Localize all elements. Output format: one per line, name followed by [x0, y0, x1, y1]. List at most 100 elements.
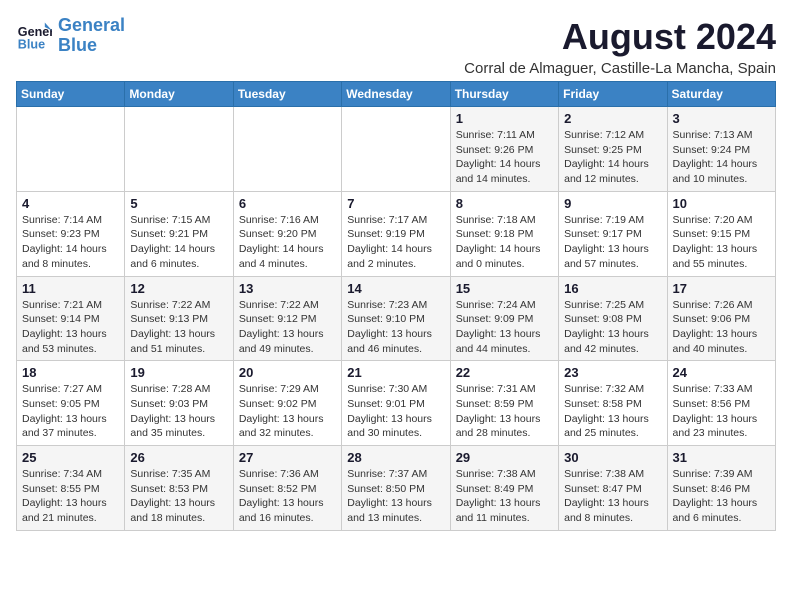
calendar-cell	[125, 107, 233, 192]
calendar-cell: 28Sunrise: 7:37 AMSunset: 8:50 PMDayligh…	[342, 446, 450, 531]
calendar-cell: 31 Sunrise: 7:39 AMSunset: 8:46 PMDayligh…	[667, 446, 775, 531]
column-header-thursday: Thursday	[450, 82, 558, 107]
calendar-cell: 18 Sunrise: 7:27 AMSunset: 9:05 PMDayligh…	[17, 361, 125, 446]
day-info: Sunrise: 7:37 AMSunset: 8:50 PMDaylight:…	[347, 467, 444, 526]
day-info: Sunrise: 7:19 AMSunset: 9:17 PMDaylight:…	[564, 213, 661, 272]
calendar-cell: 16 Sunrise: 7:25 AMSunset: 9:08 PMDayligh…	[559, 276, 667, 361]
calendar-cell	[233, 107, 341, 192]
day-info: Sunrise: 7:22 AMSunset: 9:13 PMDaylight:…	[130, 298, 227, 357]
day-number: 25	[22, 450, 119, 465]
day-info: Sunrise: 7:33 AMSunset: 8:56 PMDaylight:…	[673, 382, 770, 441]
day-info: Sunrise: 7:36 AMSunset: 8:52 PMDaylight:…	[239, 467, 336, 526]
calendar-cell: 17 Sunrise: 7:26 AMSunset: 9:06 PMDayligh…	[667, 276, 775, 361]
calendar-cell: 7Sunrise: 7:17 AMSunset: 9:19 PMDaylight…	[342, 191, 450, 276]
day-info: Sunrise: 7:17 AMSunset: 9:19 PMDaylight:…	[347, 213, 444, 272]
day-number: 10	[673, 196, 770, 211]
calendar-cell: 11 Sunrise: 7:21 AMSunset: 9:14 PMDayligh…	[17, 276, 125, 361]
column-header-tuesday: Tuesday	[233, 82, 341, 107]
day-number: 13	[239, 281, 336, 296]
day-number: 30	[564, 450, 661, 465]
column-header-friday: Friday	[559, 82, 667, 107]
calendar-table: SundayMondayTuesdayWednesdayThursdayFrid…	[16, 81, 776, 531]
calendar-header-row: SundayMondayTuesdayWednesdayThursdayFrid…	[17, 82, 776, 107]
calendar-week-row: 18 Sunrise: 7:27 AMSunset: 9:05 PMDayligh…	[17, 361, 776, 446]
month-year-title: August 2024	[464, 16, 776, 58]
day-number: 26	[130, 450, 227, 465]
calendar-cell: 23Sunrise: 7:32 AMSunset: 8:58 PMDayligh…	[559, 361, 667, 446]
day-info: Sunrise: 7:38 AMSunset: 8:49 PMDaylight:…	[456, 467, 553, 526]
day-number: 3	[673, 111, 770, 126]
calendar-cell: 30 Sunrise: 7:38 AMSunset: 8:47 PMDayligh…	[559, 446, 667, 531]
day-info: Sunrise: 7:28 AMSunset: 9:03 PMDaylight:…	[130, 382, 227, 441]
day-number: 1	[456, 111, 553, 126]
day-info: Sunrise: 7:34 AMSunset: 8:55 PMDaylight:…	[22, 467, 119, 526]
day-number: 21	[347, 365, 444, 380]
day-number: 27	[239, 450, 336, 465]
calendar-cell: 20Sunrise: 7:29 AMSunset: 9:02 PMDayligh…	[233, 361, 341, 446]
day-info: Sunrise: 7:29 AMSunset: 9:02 PMDaylight:…	[239, 382, 336, 441]
calendar-week-row: 11 Sunrise: 7:21 AMSunset: 9:14 PMDayligh…	[17, 276, 776, 361]
calendar-cell: 15Sunrise: 7:24 AMSunset: 9:09 PMDayligh…	[450, 276, 558, 361]
calendar-cell: 26 Sunrise: 7:35 AMSunset: 8:53 PMDayligh…	[125, 446, 233, 531]
calendar-cell: 10Sunrise: 7:20 AMSunset: 9:15 PMDayligh…	[667, 191, 775, 276]
day-info: Sunrise: 7:38 AMSunset: 8:47 PMDaylight:…	[564, 467, 661, 526]
day-number: 19	[130, 365, 227, 380]
calendar-cell: 13Sunrise: 7:22 AMSunset: 9:12 PMDayligh…	[233, 276, 341, 361]
column-header-saturday: Saturday	[667, 82, 775, 107]
day-info: Sunrise: 7:27 AMSunset: 9:05 PMDaylight:…	[22, 382, 119, 441]
day-number: 17	[673, 281, 770, 296]
calendar-cell: 21 Sunrise: 7:30 AMSunset: 9:01 PMDayligh…	[342, 361, 450, 446]
day-info: Sunrise: 7:16 AMSunset: 9:20 PMDaylight:…	[239, 213, 336, 272]
location-subtitle: Corral de Almaguer, Castille-La Mancha, …	[464, 60, 776, 77]
svg-text:Blue: Blue	[18, 37, 45, 51]
day-number: 16	[564, 281, 661, 296]
day-info: Sunrise: 7:35 AMSunset: 8:53 PMDaylight:…	[130, 467, 227, 526]
column-header-sunday: Sunday	[17, 82, 125, 107]
calendar-cell: 5 Sunrise: 7:15 AMSunset: 9:21 PMDaylight…	[125, 191, 233, 276]
day-info: Sunrise: 7:31 AMSunset: 8:59 PMDaylight:…	[456, 382, 553, 441]
calendar-cell: 29 Sunrise: 7:38 AMSunset: 8:49 PMDayligh…	[450, 446, 558, 531]
day-number: 22	[456, 365, 553, 380]
calendar-cell: 12 Sunrise: 7:22 AMSunset: 9:13 PMDayligh…	[125, 276, 233, 361]
day-number: 18	[22, 365, 119, 380]
day-info: Sunrise: 7:11 AMSunset: 9:26 PMDaylight:…	[456, 128, 553, 187]
column-header-wednesday: Wednesday	[342, 82, 450, 107]
day-info: Sunrise: 7:12 AMSunset: 9:25 PMDaylight:…	[564, 128, 661, 187]
logo-icon: General Blue	[16, 18, 52, 54]
day-info: Sunrise: 7:14 AMSunset: 9:23 PMDaylight:…	[22, 213, 119, 272]
day-info: Sunrise: 7:26 AMSunset: 9:06 PMDaylight:…	[673, 298, 770, 357]
day-info: Sunrise: 7:39 AMSunset: 8:46 PMDaylight:…	[673, 467, 770, 526]
day-info: Sunrise: 7:23 AMSunset: 9:10 PMDaylight:…	[347, 298, 444, 357]
day-number: 6	[239, 196, 336, 211]
calendar-week-row: 4 Sunrise: 7:14 AMSunset: 9:23 PMDaylight…	[17, 191, 776, 276]
calendar-cell: 6 Sunrise: 7:16 AMSunset: 9:20 PMDaylight…	[233, 191, 341, 276]
calendar-cell: 19 Sunrise: 7:28 AMSunset: 9:03 PMDayligh…	[125, 361, 233, 446]
day-number: 23	[564, 365, 661, 380]
day-number: 31	[673, 450, 770, 465]
calendar-week-row: 25 Sunrise: 7:34 AMSunset: 8:55 PMDayligh…	[17, 446, 776, 531]
day-number: 29	[456, 450, 553, 465]
calendar-cell: 14 Sunrise: 7:23 AMSunset: 9:10 PMDayligh…	[342, 276, 450, 361]
calendar-cell: 24 Sunrise: 7:33 AMSunset: 8:56 PMDayligh…	[667, 361, 775, 446]
day-number: 2	[564, 111, 661, 126]
calendar-cell: 8 Sunrise: 7:18 AMSunset: 9:18 PMDaylight…	[450, 191, 558, 276]
calendar-week-row: 1 Sunrise: 7:11 AMSunset: 9:26 PMDaylight…	[17, 107, 776, 192]
calendar-cell	[342, 107, 450, 192]
calendar-cell: 9 Sunrise: 7:19 AMSunset: 9:17 PMDaylight…	[559, 191, 667, 276]
day-info: Sunrise: 7:21 AMSunset: 9:14 PMDaylight:…	[22, 298, 119, 357]
calendar-cell: 25 Sunrise: 7:34 AMSunset: 8:55 PMDayligh…	[17, 446, 125, 531]
day-info: Sunrise: 7:18 AMSunset: 9:18 PMDaylight:…	[456, 213, 553, 272]
day-number: 14	[347, 281, 444, 296]
day-info: Sunrise: 7:15 AMSunset: 9:21 PMDaylight:…	[130, 213, 227, 272]
day-number: 5	[130, 196, 227, 211]
day-number: 12	[130, 281, 227, 296]
calendar-cell: 2 Sunrise: 7:12 AMSunset: 9:25 PMDaylight…	[559, 107, 667, 192]
day-number: 8	[456, 196, 553, 211]
day-number: 9	[564, 196, 661, 211]
logo-text: GeneralBlue	[58, 16, 125, 56]
day-number: 24	[673, 365, 770, 380]
day-number: 11	[22, 281, 119, 296]
day-info: Sunrise: 7:25 AMSunset: 9:08 PMDaylight:…	[564, 298, 661, 357]
day-number: 4	[22, 196, 119, 211]
day-info: Sunrise: 7:30 AMSunset: 9:01 PMDaylight:…	[347, 382, 444, 441]
